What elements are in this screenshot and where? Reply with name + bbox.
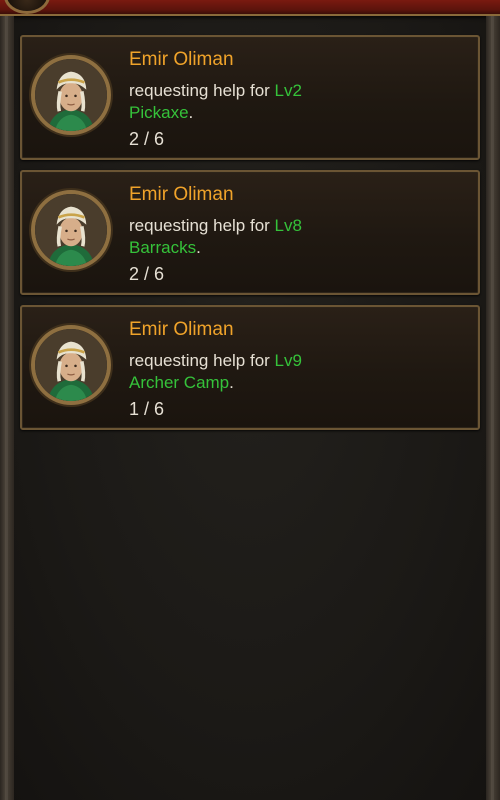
- hero-portrait-icon[interactable]: [31, 55, 111, 135]
- help-request-card[interactable]: Emir Oliman requesting help for Lv2 Picka…: [20, 35, 480, 160]
- left-pillar-frame: [0, 16, 14, 800]
- request-suffix: .: [188, 103, 194, 122]
- requester-name: Emir Oliman: [129, 49, 234, 70]
- request-message: requesting help for Lv2 Pickaxe.: [129, 80, 359, 124]
- help-request-card[interactable]: Emir Oliman requesting help for Lv9 Arche…: [20, 305, 480, 430]
- alliance-help-screen: Emir Oliman requesting help for Lv2 Picka…: [0, 0, 500, 800]
- request-building: Barracks: [129, 238, 197, 257]
- right-pillar-frame: [486, 16, 500, 800]
- hero-portrait-icon[interactable]: [31, 325, 111, 405]
- request-level: Lv2: [274, 81, 302, 100]
- request-level: Lv8: [274, 216, 302, 235]
- request-suffix: .: [229, 373, 234, 392]
- request-text: requesting help for: [129, 216, 275, 235]
- header-strip: [0, 0, 500, 16]
- help-request-card[interactable]: Emir Oliman requesting help for Lv8 Barra…: [20, 170, 480, 295]
- request-text: requesting help for: [129, 81, 275, 100]
- request-building: Pickaxe: [129, 103, 189, 122]
- request-message: requesting help for Lv8 Barracks.: [129, 215, 359, 259]
- help-request-list: Emir Oliman requesting help for Lv2 Picka…: [20, 35, 480, 440]
- request-text: requesting help for: [129, 351, 275, 370]
- help-progress-count: 1 / 6: [129, 399, 165, 419]
- request-building: Archer Camp: [129, 373, 230, 392]
- requester-name: Emir Oliman: [129, 184, 234, 205]
- requester-name: Emir Oliman: [129, 319, 234, 340]
- request-message: requesting help for Lv9 Archer Camp.: [129, 350, 359, 394]
- hero-portrait-icon[interactable]: [31, 190, 111, 270]
- request-suffix: .: [196, 238, 201, 257]
- hero-portrait-graphic: [35, 329, 107, 401]
- hero-portrait-graphic: [35, 59, 107, 131]
- help-progress-count: 2 / 6: [129, 264, 165, 284]
- request-level: Lv9: [274, 351, 302, 370]
- help-progress-count: 2 / 6: [129, 129, 165, 149]
- hero-portrait-graphic: [35, 194, 107, 266]
